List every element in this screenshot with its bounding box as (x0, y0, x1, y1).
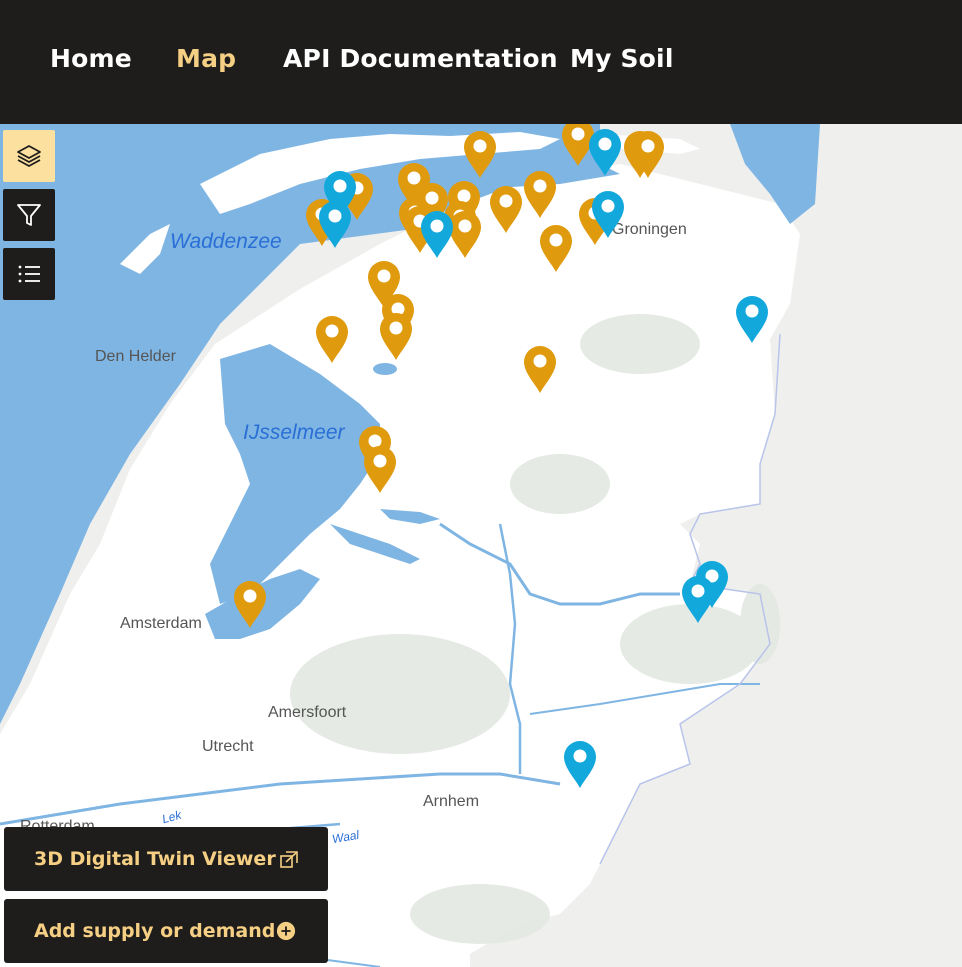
filter-button[interactable] (3, 189, 55, 241)
3d-viewer-button[interactable]: 3D Digital Twin Viewer (4, 827, 328, 891)
filter-icon (17, 204, 41, 226)
add-supply-demand-button[interactable]: Add supply or demand (4, 899, 328, 963)
map-pin-icon (540, 225, 572, 272)
nav-home[interactable]: Home (50, 44, 132, 73)
3d-viewer-label: 3D Digital Twin Viewer (34, 848, 276, 870)
map-pin-icon (316, 316, 348, 363)
map-pin-icon (319, 201, 351, 248)
external-link-icon (280, 851, 298, 868)
top-navbar: Home Map API Documentation My Soil (0, 0, 962, 124)
supply-marker[interactable] (629, 128, 667, 180)
demand-marker[interactable] (733, 293, 771, 345)
map-pin-icon (490, 186, 522, 233)
supply-marker[interactable] (377, 310, 415, 362)
supply-marker[interactable] (313, 313, 351, 365)
demand-marker[interactable] (679, 573, 717, 625)
nav-map[interactable]: Map (176, 44, 236, 73)
layers-button[interactable] (3, 130, 55, 182)
map-pin-icon (464, 131, 496, 178)
map-pin-icon (380, 313, 412, 360)
map-pin-icon (524, 346, 556, 393)
label-ijsselmeer: IJsselmeer (243, 421, 345, 444)
label-den-helder: Den Helder (95, 348, 176, 365)
map-pin-icon (564, 741, 596, 788)
demand-marker[interactable] (561, 738, 599, 790)
map-pin-icon (524, 171, 556, 218)
plus-circle-icon (276, 921, 296, 941)
map-pin-icon (234, 581, 266, 628)
label-arnhem: Arnhem (423, 793, 480, 810)
map-pin-icon (736, 296, 768, 343)
supply-marker[interactable] (461, 128, 499, 180)
supply-marker[interactable] (537, 222, 575, 274)
add-supply-demand-label: Add supply or demand (34, 920, 276, 942)
demand-marker[interactable] (418, 208, 456, 260)
demand-marker[interactable] (586, 126, 624, 178)
nav-my-soil[interactable]: My Soil (570, 44, 674, 73)
supply-marker[interactable] (521, 168, 559, 220)
supply-marker[interactable] (521, 343, 559, 395)
layers-icon (17, 145, 41, 167)
demand-marker[interactable] (589, 188, 627, 240)
demand-marker[interactable] (316, 198, 354, 250)
list-button[interactable] (3, 248, 55, 300)
map-pin-icon (364, 446, 396, 493)
supply-marker[interactable] (231, 578, 269, 630)
map-pin-icon (592, 191, 624, 238)
nav-api-documentation[interactable]: API Documentation (283, 44, 558, 73)
map-canvas[interactable]: Waddenzee IJsselmeer Den Helder Amsterda… (0, 124, 962, 967)
label-amersfoort: Amersfoort (268, 704, 347, 721)
label-utrecht: Utrecht (202, 738, 254, 755)
map-pin-icon (421, 211, 453, 258)
list-icon (18, 265, 40, 283)
label-waddenzee: Waddenzee (170, 230, 282, 253)
label-amsterdam: Amsterdam (120, 615, 202, 632)
map-pin-icon (682, 576, 714, 623)
map-pin-icon (632, 131, 664, 178)
supply-marker[interactable] (361, 443, 399, 495)
map-pin-icon (589, 129, 621, 176)
supply-marker[interactable] (487, 183, 525, 235)
